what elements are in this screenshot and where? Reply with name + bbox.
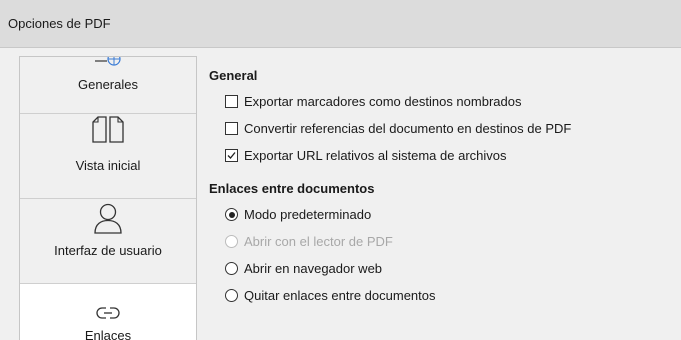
user-icon bbox=[94, 203, 122, 234]
checkbox-export-relative-urls[interactable]: Exportar URL relativos al sistema de arc… bbox=[225, 148, 507, 163]
checkbox-label: Convertir referencias del documento en d… bbox=[244, 121, 572, 136]
radio-label: Quitar enlaces entre documentos bbox=[244, 288, 436, 303]
check-icon bbox=[227, 152, 236, 159]
radio-label: Modo predeterminado bbox=[244, 207, 372, 222]
checkbox-convert-references[interactable]: Convertir referencias del documento en d… bbox=[225, 121, 571, 136]
sidebar-item-label: Interfaz de usuario bbox=[54, 243, 162, 258]
section-title-cross-links: Enlaces entre documentos bbox=[209, 181, 375, 196]
checkbox-box[interactable] bbox=[225, 95, 238, 108]
radio-button[interactable] bbox=[225, 208, 238, 221]
checkbox-label: Exportar marcadores como destinos nombra… bbox=[244, 94, 522, 109]
radio-label: Abrir en navegador web bbox=[244, 261, 383, 276]
link-icon bbox=[96, 307, 120, 319]
checkbox-export-bookmarks[interactable]: Exportar marcadores como destinos nombra… bbox=[225, 94, 521, 109]
sidebar-item-label: Vista inicial bbox=[75, 158, 141, 173]
radio-remove-cross-links[interactable]: Quitar enlaces entre documentos bbox=[225, 288, 436, 303]
radio-open-pdf-reader: Abrir con el lector de PDF bbox=[225, 234, 393, 249]
pages-icon bbox=[92, 116, 124, 143]
radio-button[interactable] bbox=[225, 262, 238, 275]
sidebar-item-interfaz-de-usuario[interactable]: Interfaz de usuario bbox=[20, 199, 196, 284]
radio-default-mode[interactable]: Modo predeterminado bbox=[225, 207, 371, 222]
checkbox-box[interactable] bbox=[225, 122, 238, 135]
sidebar-item-label: Generales bbox=[78, 77, 138, 92]
checkbox-label: Exportar URL relativos al sistema de arc… bbox=[244, 148, 507, 163]
checkbox-box[interactable] bbox=[225, 149, 238, 162]
radio-open-web-browser[interactable]: Abrir en navegador web bbox=[225, 261, 382, 276]
sidebar-item-vista-inicial[interactable]: Vista inicial bbox=[20, 114, 196, 199]
radio-button bbox=[225, 235, 238, 248]
radio-button[interactable] bbox=[225, 289, 238, 302]
sidebar-item-label: Enlaces bbox=[84, 328, 132, 340]
sidebar: Generales Vista inicial Interfaz de usua… bbox=[19, 56, 197, 340]
title-bar: Opciones de PDF bbox=[0, 0, 681, 48]
radio-label: Abrir con el lector de PDF bbox=[244, 234, 393, 249]
sidebar-item-generales[interactable]: Generales bbox=[20, 57, 196, 114]
section-title-general: General bbox=[209, 68, 258, 83]
window-title: Opciones de PDF bbox=[8, 16, 111, 31]
options-panel: General Exportar marcadores como destino… bbox=[205, 56, 681, 340]
sidebar-item-enlaces[interactable]: Enlaces bbox=[20, 284, 196, 340]
globe-icon bbox=[95, 57, 121, 66]
